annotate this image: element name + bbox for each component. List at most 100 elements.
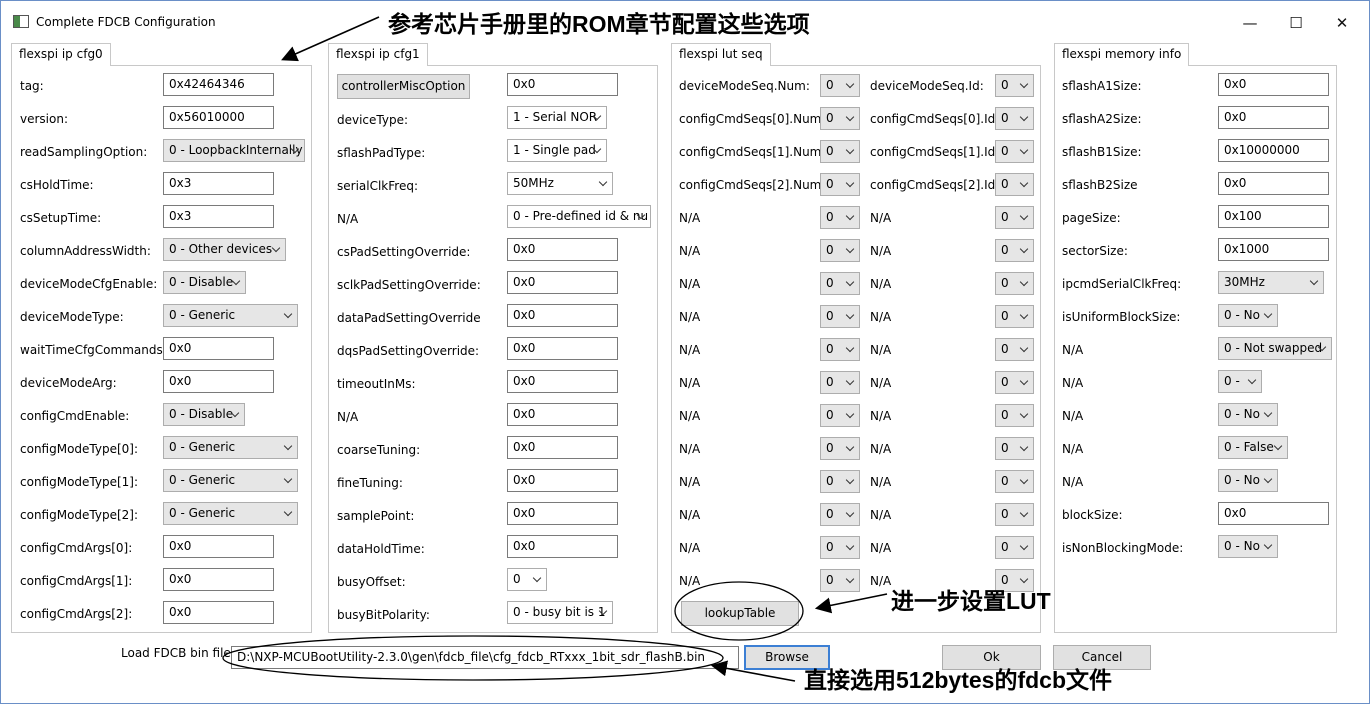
lut-select-n-a[interactable]: 0 [995, 371, 1034, 394]
lut-select-n-a[interactable]: 0 [820, 305, 860, 328]
mem-input-sflashb2size[interactable]: 0x0 [1218, 172, 1329, 195]
lut-select-n-a[interactable]: 0 [820, 536, 860, 559]
lut-label-configcmdseqs-2-id: configCmdSeqs[2].Id: [870, 178, 1000, 192]
cfg0-input-configcmdargs-1[interactable]: 0x0 [163, 568, 274, 591]
mem-label-n-a: N/A [1062, 376, 1084, 390]
lut-select-n-a[interactable]: 0 [995, 437, 1034, 460]
cfg1-input-dataholdtime[interactable]: 0x0 [507, 535, 618, 558]
lut-select-devicemodeseq-id[interactable]: 0 [995, 74, 1034, 97]
mem-select-n-a[interactable]: 0 - Not swapped [1218, 337, 1332, 360]
tab-flexspi-memory-info[interactable]: flexspi memory info [1054, 43, 1190, 66]
lut-select-n-a[interactable]: 0 [995, 404, 1034, 427]
mem-select-n-a[interactable]: 0 - No [1218, 469, 1278, 492]
lut-select-n-a[interactable]: 0 [995, 272, 1034, 295]
cfg1-input-n-a[interactable]: 0x0 [507, 403, 618, 426]
lut-select-n-a[interactable]: 0 [995, 338, 1034, 361]
cfg0-input-devicemodearg[interactable]: 0x0 [163, 370, 274, 393]
cfg0-select-configcmdenable[interactable]: 0 - Disable [163, 403, 245, 426]
lut-select-n-a[interactable]: 0 [820, 470, 860, 493]
lut-select-n-a[interactable]: 0 [995, 206, 1034, 229]
lut-select-n-a[interactable]: 0 [820, 404, 860, 427]
mem-select-isuniformblocksize[interactable]: 0 - No [1218, 304, 1278, 327]
lut-select-n-a[interactable]: 0 [995, 239, 1034, 262]
lut-label-n-a: N/A [870, 244, 892, 258]
mem-input-sflasha1size[interactable]: 0x0 [1218, 73, 1329, 96]
cfg1-input-timeoutinms[interactable]: 0x0 [507, 370, 618, 393]
maximize-button[interactable]: ☐ [1281, 10, 1311, 36]
cfg0-select-readsamplingoption[interactable]: 0 - LoopbackInternally [163, 139, 305, 162]
lut-label-n-a: N/A [679, 574, 701, 588]
cfg0-select-devicemodecfgenable[interactable]: 0 - Disable [163, 271, 246, 294]
cfg0-input-configcmdargs-2[interactable]: 0x0 [163, 601, 274, 624]
mem-input-pagesize[interactable]: 0x100 [1218, 205, 1329, 228]
cfg0-select-columnaddresswidth[interactable]: 0 - Other devices [163, 238, 286, 261]
cfg1-input-coarsetuning[interactable]: 0x0 [507, 436, 618, 459]
mem-select-n-a[interactable]: 0 - No [1218, 403, 1278, 426]
lut-select-devicemodeseq-num[interactable]: 0 [820, 74, 860, 97]
mem-select-ipcmdserialclkfreq[interactable]: 30MHz [1218, 271, 1324, 294]
cfg1-select-n-a[interactable]: 0 - Pre-defined id & nu [507, 205, 651, 228]
cfg1-input-finetuning[interactable]: 0x0 [507, 469, 618, 492]
lut-select-n-a[interactable]: 0 [820, 338, 860, 361]
minimize-button[interactable]: — [1235, 10, 1265, 36]
fdcb-file-path-input[interactable]: D:\NXP-MCUBootUtility-2.3.0\gen\fdcb_fil… [231, 646, 739, 669]
cfg0-select-devicemodetype[interactable]: 0 - Generic [163, 304, 298, 327]
cfg1-input-cspadsettingoverride[interactable]: 0x0 [507, 238, 618, 261]
lut-select-n-a[interactable]: 0 [995, 536, 1034, 559]
lut-select-configcmdseqs-0-id[interactable]: 0 [995, 107, 1034, 130]
lut-select-n-a[interactable]: 0 [995, 503, 1034, 526]
lut-select-n-a[interactable]: 0 [820, 371, 860, 394]
lut-select-configcmdseqs-1-id[interactable]: 0 [995, 140, 1034, 163]
mem-input-sflasha2size[interactable]: 0x0 [1218, 106, 1329, 129]
lut-select-n-a[interactable]: 0 [995, 470, 1034, 493]
cfg1-input-dqspadsettingoverride[interactable]: 0x0 [507, 337, 618, 360]
cfg0-input-cssetuptime[interactable]: 0x3 [163, 205, 274, 228]
lut-select-n-a[interactable]: 0 [820, 206, 860, 229]
mem-select-n-a[interactable]: 0 - [1218, 370, 1262, 393]
lut-select-configcmdseqs-0-num[interactable]: 0 [820, 107, 860, 130]
cfg0-select-configmodetype-2[interactable]: 0 - Generic [163, 502, 298, 525]
lut-select-configcmdseqs-2-num[interactable]: 0 [820, 173, 860, 196]
cfg0-select-configmodetype-1[interactable]: 0 - Generic [163, 469, 298, 492]
controller-misc-option-button[interactable]: controllerMiscOption [337, 74, 470, 99]
cfg0-select-configmodetype-0[interactable]: 0 - Generic [163, 436, 298, 459]
lut-label-configcmdseqs-0-id: configCmdSeqs[0].Id: [870, 112, 1000, 126]
cfg1-input-controllermiscoption[interactable]: 0x0 [507, 73, 618, 96]
mem-select-isnonblockingmode[interactable]: 0 - No [1218, 535, 1278, 558]
lut-select-n-a[interactable]: 0 [820, 503, 860, 526]
lut-select-n-a[interactable]: 0 [820, 239, 860, 262]
cfg0-label-csholdtime: csHoldTime: [20, 178, 94, 192]
mem-select-n-a[interactable]: 0 - False [1218, 436, 1288, 459]
mem-input-sflashb1size[interactable]: 0x10000000 [1218, 139, 1329, 162]
mem-input-blocksize[interactable]: 0x0 [1218, 502, 1329, 525]
tab-flexspi-ip-cfg1[interactable]: flexspi ip cfg1 [328, 43, 428, 66]
cfg1-input-samplepoint[interactable]: 0x0 [507, 502, 618, 525]
lut-label-n-a: N/A [679, 541, 701, 555]
lut-select-n-a[interactable]: 0 [820, 569, 860, 592]
lookup-table-button[interactable]: lookupTable [681, 601, 799, 626]
cfg1-select-sflashpadtype[interactable]: 1 - Single pad [507, 139, 607, 162]
tab-flexspi-lut-seq[interactable]: flexspi lut seq [671, 43, 771, 66]
cfg1-input-sclkpadsettingoverride[interactable]: 0x0 [507, 271, 618, 294]
cfg1-select-busyoffset[interactable]: 0 [507, 568, 547, 591]
cfg0-input-waittimecfgcommands[interactable]: 0x0 [163, 337, 274, 360]
cfg0-input-tag[interactable]: 0x42464346 [163, 73, 274, 96]
cfg0-input-version[interactable]: 0x56010000 [163, 106, 274, 129]
cfg1-input-datapadsettingoverride[interactable]: 0x0 [507, 304, 618, 327]
cfg1-select-busybitpolarity[interactable]: 0 - busy bit is 1 [507, 601, 613, 624]
tab-flexspi-ip-cfg0[interactable]: flexspi ip cfg0 [11, 43, 111, 66]
lut-label-n-a: N/A [679, 442, 701, 456]
close-button[interactable]: ✕ [1327, 10, 1357, 36]
lut-select-configcmdseqs-1-num[interactable]: 0 [820, 140, 860, 163]
cfg1-select-serialclkfreq[interactable]: 50MHz [507, 172, 613, 195]
cfg0-input-configcmdargs-0[interactable]: 0x0 [163, 535, 274, 558]
memory-info-panel: sflashA1Size: 0x0 sflashA2Size: 0x0 sflashB1… [1054, 65, 1337, 633]
lut-select-n-a[interactable]: 0 [820, 272, 860, 295]
lut-label-n-a: N/A [679, 244, 701, 258]
lut-select-n-a[interactable]: 0 [995, 305, 1034, 328]
cfg1-select-devicetype[interactable]: 1 - Serial NOR [507, 106, 607, 129]
cfg0-input-csholdtime[interactable]: 0x3 [163, 172, 274, 195]
lut-select-n-a[interactable]: 0 [820, 437, 860, 460]
lut-select-configcmdseqs-2-id[interactable]: 0 [995, 173, 1034, 196]
mem-input-sectorsize[interactable]: 0x1000 [1218, 238, 1329, 261]
